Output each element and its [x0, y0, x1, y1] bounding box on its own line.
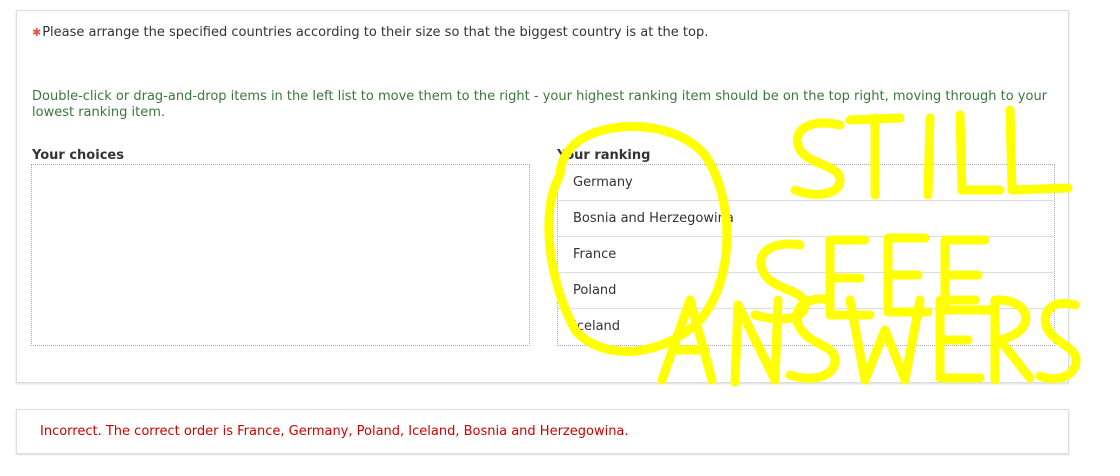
- help-text: Double-click or drag-and-drop items in t…: [32, 89, 1048, 120]
- ranking-item-poland[interactable]: Poland: [558, 273, 1054, 309]
- question-text: ✱Please arrange the specified countries …: [32, 25, 708, 40]
- result-panel: Incorrect. The correct order is France, …: [16, 409, 1069, 454]
- choices-list[interactable]: [31, 164, 530, 346]
- ranking-item-iceland[interactable]: Iceland: [558, 309, 1054, 345]
- question-panel: ✱Please arrange the specified countries …: [16, 10, 1069, 383]
- result-message: Incorrect. The correct order is France, …: [40, 424, 629, 439]
- ranking-item-france[interactable]: France: [558, 237, 1054, 273]
- question-label: Please arrange the specified countries a…: [42, 25, 709, 40]
- choices-label: Your choices: [32, 148, 124, 163]
- ranking-list[interactable]: Germany Bosnia and Herzegowina France Po…: [557, 164, 1055, 346]
- required-marker: ✱: [32, 26, 42, 39]
- ranking-label: Your ranking: [557, 148, 651, 163]
- ranking-item-bosnia-and-herzegowina[interactable]: Bosnia and Herzegowina: [558, 201, 1054, 237]
- ranking-item-germany[interactable]: Germany: [558, 165, 1054, 201]
